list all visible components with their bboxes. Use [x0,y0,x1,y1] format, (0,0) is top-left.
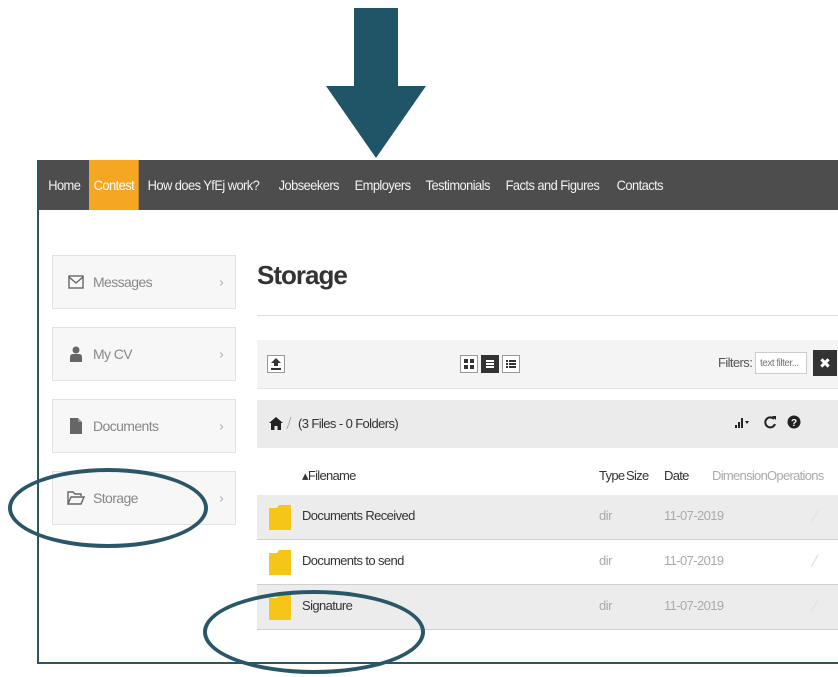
top-navigation: Home Contest How does YfEj work? Jobseek… [39,160,838,210]
page-title: Storage [257,260,348,290]
file-row[interactable]: Documents to send dir 11-07-2019 [257,540,838,585]
folder-open-icon [65,491,87,505]
sidebar-item-my-cv[interactable]: My CV › [52,327,236,381]
detail-list-icon [506,360,516,368]
filter-input[interactable] [755,352,807,374]
annotation-down-arrow [326,8,426,158]
file-type: dir [599,508,612,523]
file-icon [65,418,87,434]
path-separator-icon [286,416,292,430]
nav-contacts[interactable]: Contacts [612,160,668,210]
refresh-icon[interactable] [763,415,777,429]
grid-icon [464,359,474,369]
upload-icon [271,358,281,370]
help-icon[interactable]: ? [787,415,801,429]
folder-icon [269,550,291,575]
sidebar-item-documents[interactable]: Documents › [52,399,236,453]
file-name[interactable]: Documents Received [302,508,415,523]
path-bar: (3 Files - 0 Folders) ? [257,400,838,448]
file-type: dir [599,598,612,613]
app-window: Home Contest How does YfEj work? Jobseek… [37,160,838,664]
chevron-right-icon: › [219,274,223,290]
list-view-button[interactable] [481,355,499,373]
sidebar-item-messages[interactable]: Messages › [52,255,236,309]
file-type: dir [599,553,612,568]
edit-icon[interactable] [809,599,825,613]
grid-view-button[interactable] [460,355,478,373]
edit-icon[interactable] [809,554,825,568]
user-icon [65,346,87,362]
chevron-right-icon: › [219,346,223,362]
envelope-icon [65,275,87,289]
upload-button[interactable] [267,355,285,373]
nav-testimonials[interactable]: Testimonials [421,160,494,210]
nav-home[interactable]: Home [39,160,85,210]
divider [257,315,838,316]
chevron-right-icon: › [219,418,223,434]
file-manager-toolbar: Filters: ✖ [257,340,838,389]
file-date: 11-07-2019 [664,553,724,568]
file-date: 11-07-2019 [664,508,724,523]
sidebar-item-label: Messages [93,274,153,290]
file-count: (3 Files - 0 Folders) [298,416,399,431]
nav-jobseekers[interactable]: Jobseekers [274,160,344,210]
sidebar-item-label: Documents [93,418,159,434]
file-row[interactable]: Signature dir 11-07-2019 [257,585,838,630]
clear-filter-button[interactable]: ✖ [813,350,837,376]
sidebar-item-storage[interactable]: Storage › [52,471,236,525]
column-header-dimension: Dimension [712,468,768,483]
column-header-date[interactable]: Date [664,468,689,483]
nav-employers[interactable]: Employers [350,160,415,210]
sidebar-item-label: My CV [93,346,133,362]
column-header-type[interactable]: Type [599,468,625,483]
nav-contest[interactable]: Contest [88,160,139,210]
file-name[interactable]: Signature [302,598,353,613]
sort-icon[interactable] [735,416,749,428]
file-date: 11-07-2019 [664,598,724,613]
file-name[interactable]: Documents to send [302,553,404,568]
column-header-size[interactable]: Size [626,468,649,483]
folder-icon [269,505,291,530]
svg-text:?: ? [791,418,797,429]
home-icon[interactable] [269,417,283,430]
nav-how-it-works[interactable]: How does YfEj work? [143,160,264,210]
file-row[interactable]: Documents Received dir 11-07-2019 [257,495,838,540]
filters-label: Filters: [718,355,753,370]
column-header-operations: Operations [767,468,824,483]
nav-facts-and-figures[interactable]: Facts and Figures [501,160,604,210]
edit-icon[interactable] [809,509,825,523]
sidebar-item-label: Storage [93,490,138,506]
chevron-right-icon: › [219,490,223,506]
detail-view-button[interactable] [502,355,520,373]
list-icon [486,360,494,368]
column-header-filename[interactable]: ▴Filename [302,468,356,484]
folder-icon [269,595,291,620]
